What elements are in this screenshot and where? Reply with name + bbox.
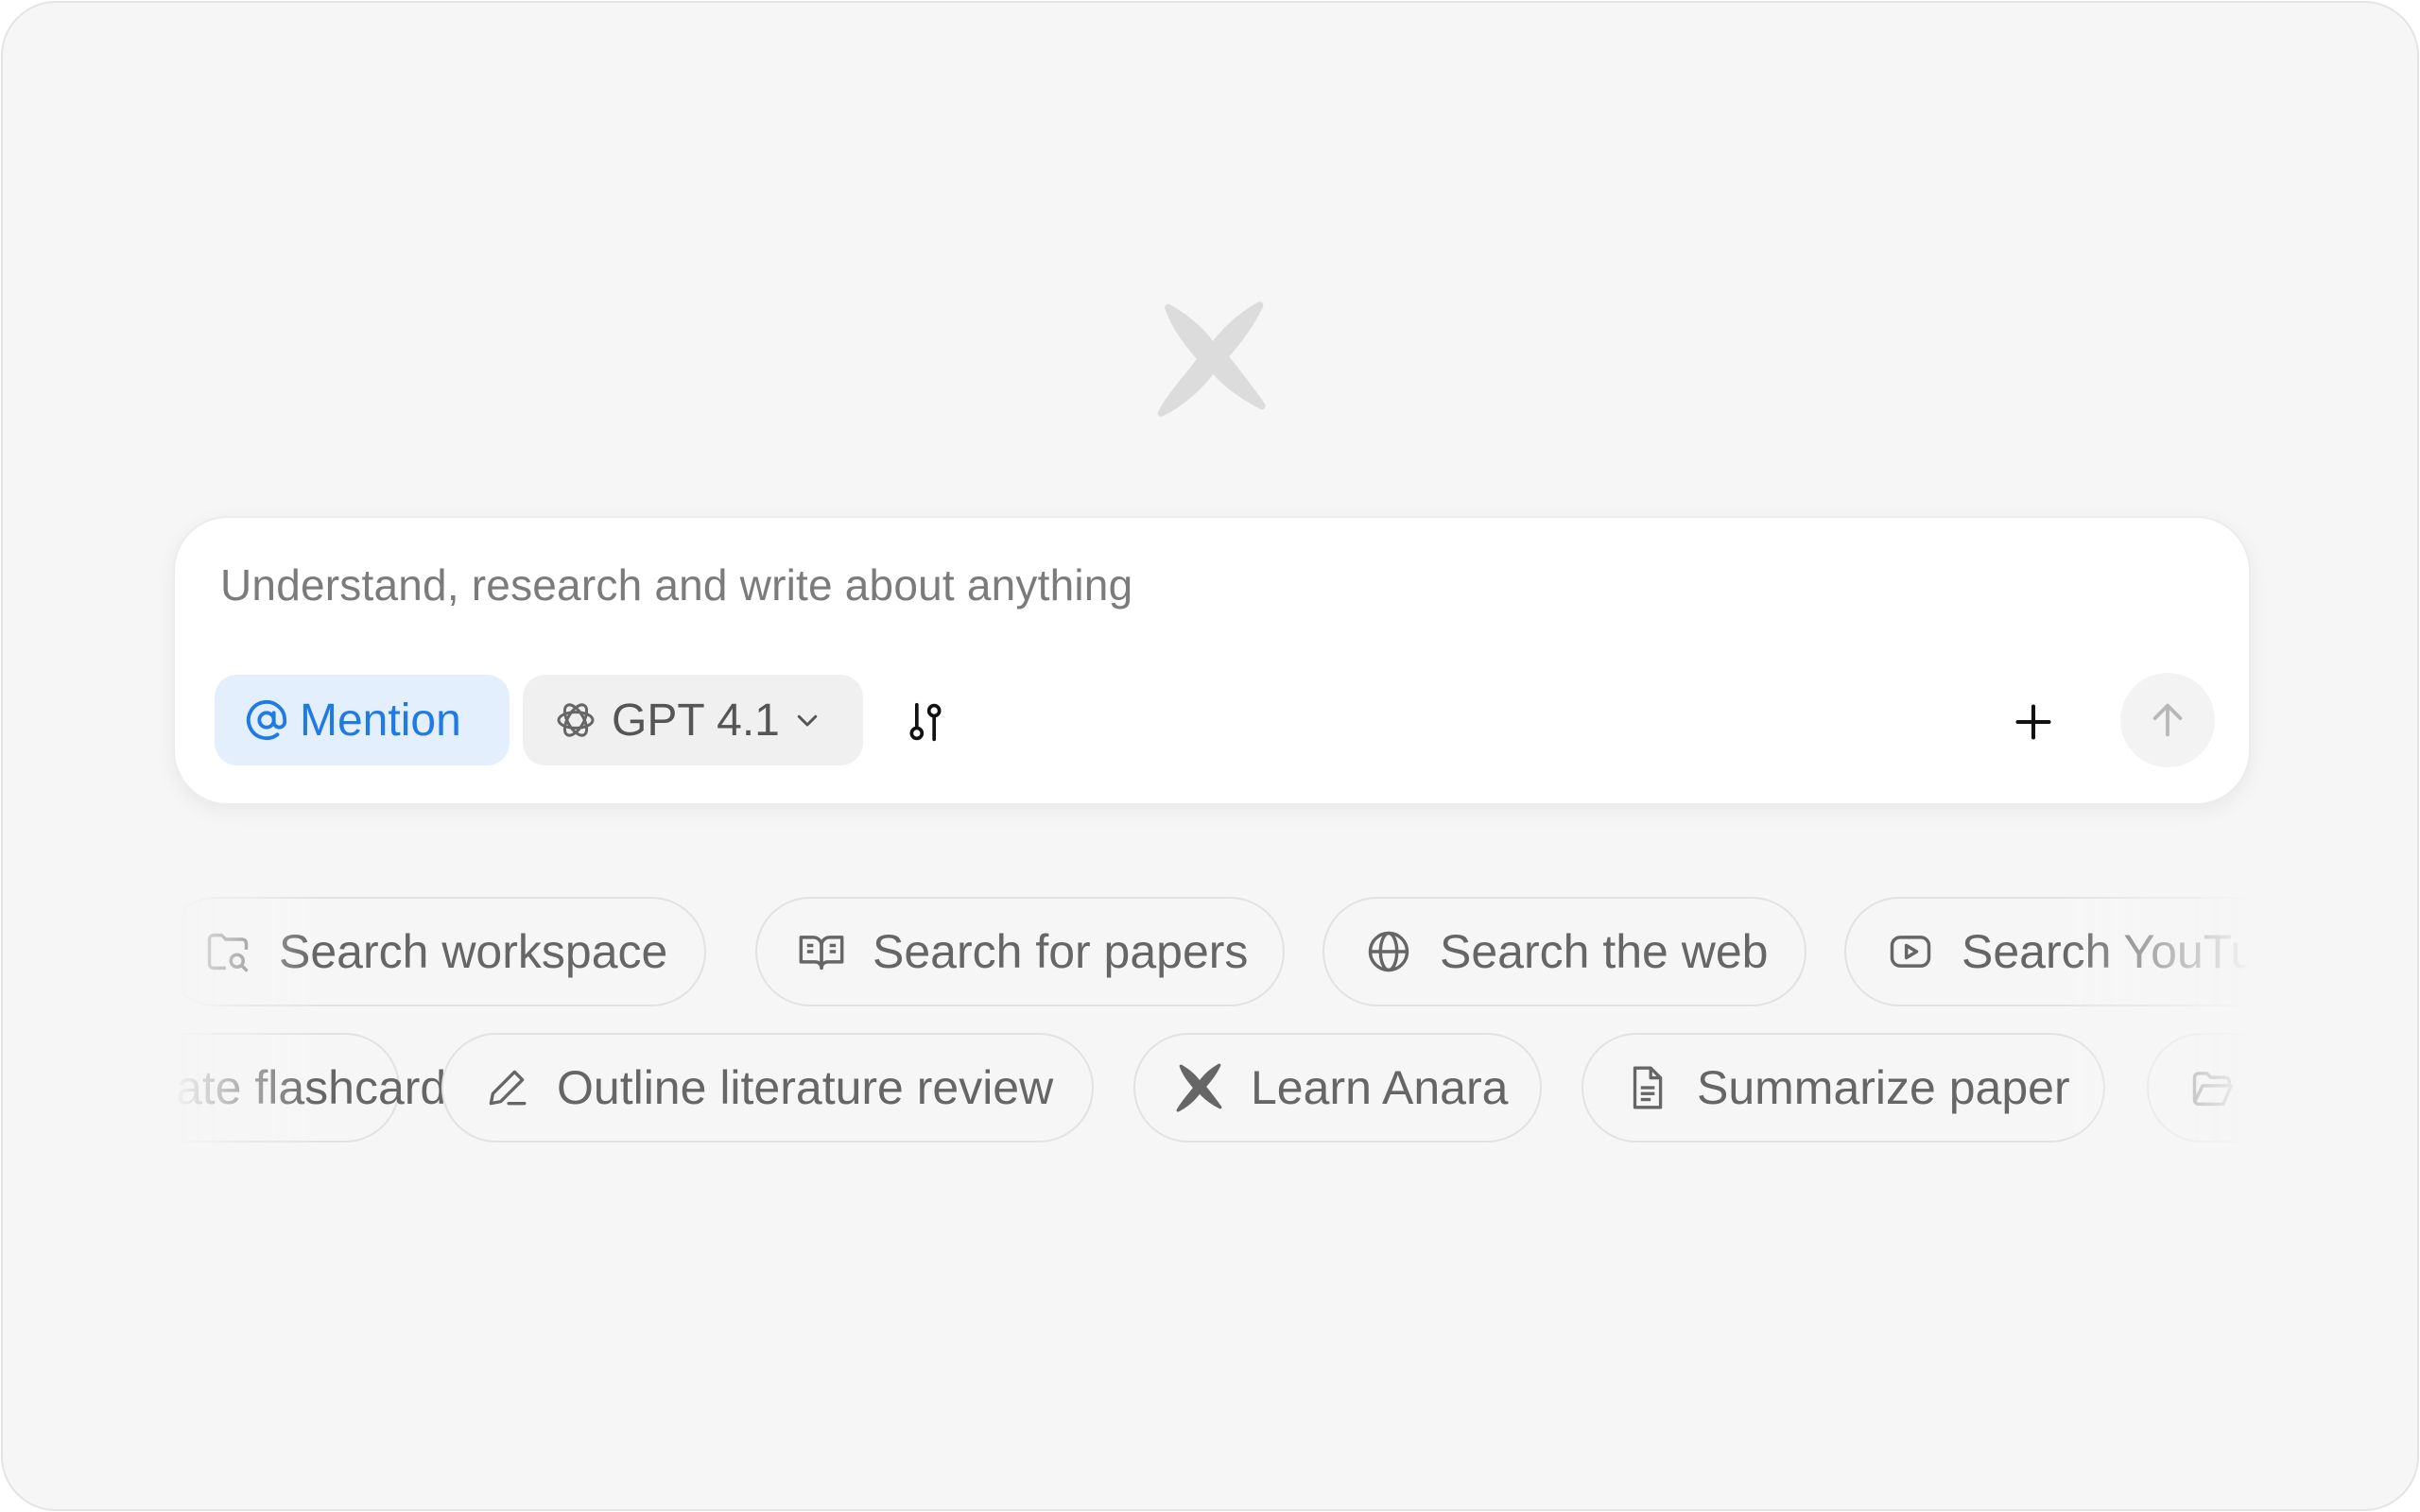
suggestion-label: Learn Anara [1251, 1061, 1509, 1114]
document-icon [1633, 1066, 1663, 1109]
suggestion-search-workspace[interactable]: Search workspace [173, 897, 706, 1006]
send-button[interactable] [2120, 673, 2215, 767]
prompt-input[interactable]: Understand, research and write about any… [220, 559, 1132, 610]
suggestion-learn-anara[interactable]: Learn Anara [1133, 1033, 1542, 1143]
add-button[interactable] [2005, 694, 2062, 750]
sliders-icon [909, 702, 942, 742]
suggestion-label: Search for papers [873, 925, 1249, 978]
folder-open-icon [2192, 1072, 2234, 1107]
pencil-icon [489, 1070, 527, 1106]
settings-button[interactable] [897, 694, 954, 750]
app-window: Understand, research and write about any… [1, 1, 2419, 1511]
suggestion-label: Search YouTube [1962, 925, 2251, 978]
suggestion-summarize-paper[interactable]: Summarize paper [1582, 1033, 2105, 1143]
suggestion-label: Generate flashcards [173, 1061, 471, 1114]
arrow-up-icon [2152, 703, 2183, 737]
anara-logo-icon [1157, 301, 1266, 417]
book-open-icon [799, 936, 844, 971]
globe-icon [1368, 931, 1409, 972]
suggestion-label: Summarize paper [1697, 1061, 2070, 1114]
suggestion-label: Search workspace [279, 925, 668, 978]
suggestion-open-folder[interactable] [2147, 1033, 2251, 1143]
suggestion-outline-review[interactable]: Outline literature review [441, 1033, 1094, 1143]
chevron-down-icon [797, 714, 818, 727]
suggestion-carousel: Search workspace Search for papers Searc… [173, 891, 2251, 1212]
suggestion-label: Outline literature review [557, 1061, 1054, 1114]
folder-search-icon [207, 933, 249, 972]
suggestion-search-web[interactable]: Search the web [1322, 897, 1806, 1006]
model-label: GPT 4.1 [612, 695, 780, 746]
suggestion-label: Search the web [1440, 925, 1769, 978]
chat-composer: Understand, research and write about any… [173, 516, 2251, 805]
openai-logo-icon [557, 703, 595, 737]
suggestion-search-youtube[interactable]: Search YouTube [1844, 897, 2251, 1006]
suggestion-search-papers[interactable]: Search for papers [755, 897, 1285, 1006]
mention-button[interactable]: Mention [215, 675, 510, 765]
model-selector[interactable]: GPT 4.1 [523, 675, 863, 765]
youtube-icon [1890, 936, 1931, 968]
at-icon [246, 699, 287, 741]
plus-icon [2015, 704, 2051, 740]
mention-label: Mention [300, 695, 461, 746]
suggestion-flashcards[interactable]: Generate flashcards [173, 1033, 470, 1143]
anara-logo-icon [1176, 1063, 1222, 1112]
